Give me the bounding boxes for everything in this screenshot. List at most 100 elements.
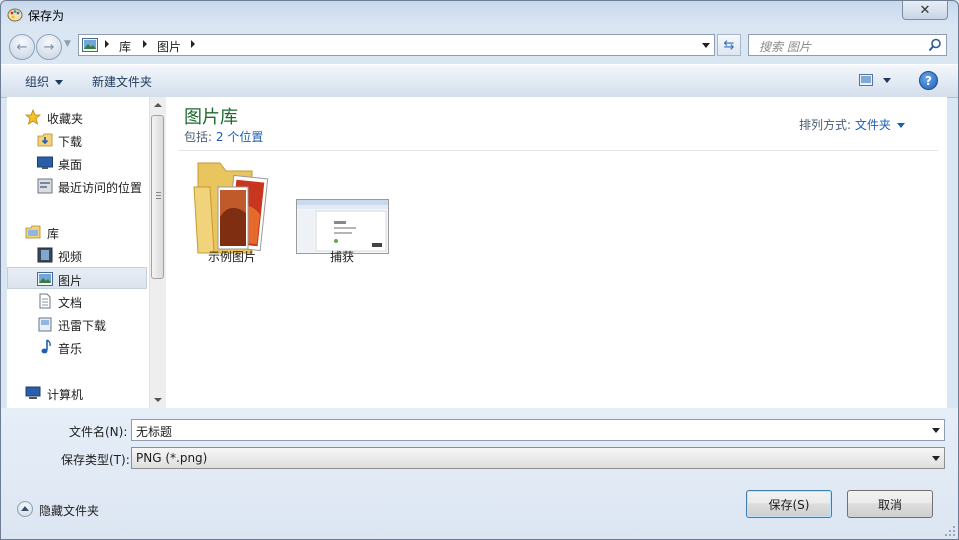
chevron-down-icon: [896, 123, 905, 128]
paint-app-icon: [7, 8, 23, 22]
new-folder-button[interactable]: 新建文件夹: [92, 73, 152, 90]
filetype-select[interactable]: PNG (*.png): [131, 447, 945, 469]
desktop-icon: [37, 156, 53, 169]
sidebar-item-videos[interactable]: 视频: [7, 244, 147, 266]
sidebar-label: 计算机: [47, 388, 84, 402]
sidebar-label: 文档: [58, 296, 83, 310]
library-title: 图片库: [184, 107, 238, 128]
search-placeholder: 搜索 图片: [759, 40, 811, 54]
scrollbar-thumb[interactable]: [151, 115, 164, 279]
arrange-by: 排列方式: 文件夹: [799, 116, 905, 133]
image-item[interactable]: 捕获: [296, 157, 389, 269]
sidebar-label: 库: [47, 227, 60, 241]
forward-arrow-icon: →: [43, 39, 55, 55]
help-icon: ?: [925, 73, 932, 88]
library-includes: 包括: 2 个位置: [184, 128, 263, 145]
sidebar-item-thunder-downloads[interactable]: 迅雷下载: [7, 313, 147, 335]
sidebar-item-downloads[interactable]: 下载: [7, 129, 147, 151]
folder-with-pictures-icon: [193, 162, 269, 254]
sidebar-item-recent-places[interactable]: 最近访问的位置: [7, 175, 147, 197]
breadcrumb-separator-icon[interactable]: [143, 40, 147, 48]
search-input[interactable]: 搜索 图片: [748, 34, 947, 56]
close-icon: ✕: [919, 2, 931, 18]
save-options-panel: 文件名(N): 无标题 保存类型(T): PNG (*.png) 隐藏文件夹 保…: [1, 408, 958, 539]
view-options-icon[interactable]: [859, 74, 873, 86]
filename-field[interactable]: 无标题: [131, 419, 945, 441]
help-button[interactable]: ?: [919, 71, 938, 90]
libraries-icon: [25, 225, 41, 239]
close-button[interactable]: ✕: [902, 1, 948, 20]
sidebar-label: 图片: [58, 274, 83, 288]
document-icon: [39, 293, 51, 309]
command-bar: 组织 新建文件夹 ?: [1, 64, 958, 98]
sidebar-item-favorites[interactable]: 收藏夹: [7, 106, 147, 128]
sidebar-label: 下载: [58, 135, 83, 149]
star-icon: [25, 109, 41, 125]
navigation-pane: 收藏夹 下载 桌面 最近访问的位置 库 视频 图片 文档 迅雷下载 音乐 计算机: [7, 97, 149, 408]
folder-item[interactable]: 示例图片: [186, 157, 278, 269]
library-locations-link[interactable]: 2 个位置: [216, 130, 263, 144]
back-button[interactable]: ←: [9, 34, 35, 60]
window-title: 保存为: [28, 9, 65, 23]
sidebar-item-documents[interactable]: 文档: [7, 290, 147, 312]
grip-line: [156, 192, 161, 193]
chevron-down-icon[interactable]: [932, 428, 940, 433]
sidebar-label: 最近访问的位置: [58, 181, 143, 195]
breadcrumb-libraries[interactable]: 库: [119, 38, 131, 55]
grip-line: [156, 198, 161, 199]
breadcrumb-pictures[interactable]: 图片: [157, 38, 181, 55]
filename-label: 文件名(N):: [69, 425, 128, 439]
music-note-icon: [41, 339, 51, 354]
sidebar-item-computer[interactable]: 计算机: [7, 382, 147, 404]
chevron-down-icon: [932, 456, 940, 461]
refresh-button[interactable]: ⇆: [717, 34, 741, 56]
save-as-dialog: 保存为 ✕ ← → ▼ 库 图片 ⇆ 搜索 图片 组织 新建文件夹 ? 收藏夹 …: [0, 0, 959, 540]
item-label: 捕获: [329, 250, 354, 264]
arrange-label: 排列方式:: [799, 118, 852, 132]
hide-folders-label: 隐藏文件夹: [39, 504, 100, 518]
includes-prefix: 包括:: [184, 130, 213, 144]
file-list-pane: 图片库 包括: 2 个位置 排列方式: 文件夹 示例图片 捕获: [166, 97, 947, 408]
sidebar-item-libraries[interactable]: 库: [7, 221, 147, 243]
downloads-folder-icon: [37, 133, 53, 147]
address-dropdown-icon[interactable]: [702, 43, 710, 48]
filetype-value: PNG (*.png): [136, 451, 208, 465]
grip-line: [156, 195, 161, 196]
navigation-bar: ← → ▼ 库 图片 ⇆ 搜索 图片: [1, 31, 958, 61]
filename-value: 无标题: [136, 425, 173, 439]
organize-label: 组织: [25, 75, 50, 89]
sidebar-item-music[interactable]: 音乐: [7, 336, 147, 358]
chevron-down-icon: [55, 80, 64, 85]
sidebar-label: 收藏夹: [47, 112, 84, 126]
video-film-icon: [37, 247, 53, 263]
sidebar-item-desktop[interactable]: 桌面: [7, 152, 147, 174]
save-button[interactable]: 保存(S): [746, 490, 832, 518]
recent-pages-dropdown-icon[interactable]: ▼: [64, 39, 71, 49]
sidebar-label: 桌面: [58, 158, 83, 172]
scroll-down-arrow-icon[interactable]: [154, 398, 162, 402]
computer-icon: [25, 386, 41, 399]
back-arrow-icon: ←: [16, 39, 28, 55]
sidebar-item-pictures[interactable]: 图片: [7, 267, 147, 289]
scroll-up-arrow-icon[interactable]: [154, 103, 162, 107]
sidebar-label: 视频: [58, 250, 83, 264]
view-dropdown-icon[interactable]: [883, 78, 891, 83]
arrange-by-dropdown[interactable]: 文件夹: [855, 118, 905, 132]
collapse-up-icon: [17, 501, 33, 517]
cancel-button[interactable]: 取消: [847, 490, 933, 518]
breadcrumb-separator-icon[interactable]: [105, 40, 109, 48]
navigation-pane-scrollbar[interactable]: [149, 97, 166, 408]
search-icon[interactable]: [928, 38, 942, 52]
item-label: 示例图片: [207, 250, 256, 264]
sidebar-label: 迅雷下载: [58, 319, 107, 333]
header-divider: [178, 150, 938, 151]
forward-button[interactable]: →: [36, 34, 62, 60]
filetype-label: 保存类型(T):: [61, 453, 130, 467]
address-bar[interactable]: 库 图片: [78, 34, 715, 56]
arrange-value: 文件夹: [854, 118, 891, 132]
pictures-icon: [37, 272, 53, 286]
resize-grip-icon[interactable]: [944, 525, 956, 537]
breadcrumb-separator-icon[interactable]: [191, 40, 195, 48]
organize-button[interactable]: 组织: [25, 73, 64, 90]
library-pictures-icon: [82, 38, 98, 52]
